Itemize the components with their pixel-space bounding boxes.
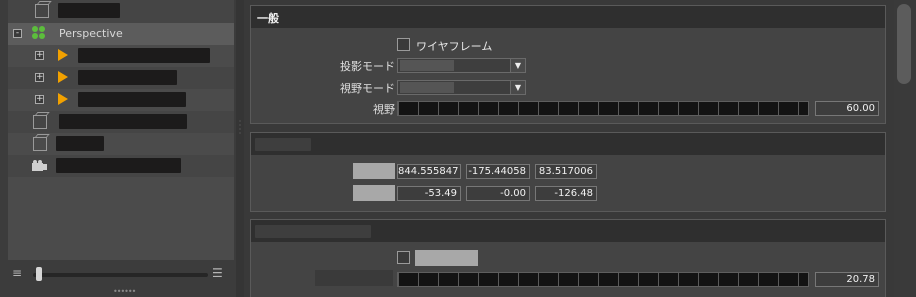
rotation-z-field[interactable]: -126.48 bbox=[535, 186, 597, 201]
third-section: 20.78 bbox=[250, 219, 886, 297]
projection-mode-label: 投影モード bbox=[340, 60, 395, 73]
group-icon bbox=[32, 26, 46, 40]
transform-section: 844.555847 -175.44058 83.517006 -53.49 -… bbox=[250, 132, 886, 212]
panel-splitter[interactable] bbox=[236, 0, 244, 297]
resize-grip-icon[interactable]: •••••• bbox=[113, 287, 136, 296]
section-title: 一般 bbox=[257, 12, 279, 25]
tree-row[interactable]: + bbox=[8, 45, 234, 67]
list-indent-icon[interactable]: ☰ bbox=[212, 266, 223, 280]
fov-label: 視野 bbox=[373, 103, 395, 116]
vertical-scrollbar[interactable] bbox=[894, 0, 916, 297]
general-section: 一般 ワイヤフレーム 投影モード ▼ 視野モード ▼ 視野 60.00 bbox=[250, 5, 886, 124]
tree-item-label: Perspective bbox=[59, 27, 123, 40]
value-field[interactable]: 20.78 bbox=[815, 272, 879, 287]
expand-icon[interactable]: + bbox=[35, 51, 44, 60]
tree-row[interactable] bbox=[8, 111, 234, 133]
tree-row[interactable]: + bbox=[8, 89, 234, 111]
fov-slider[interactable] bbox=[397, 101, 809, 116]
splitter-grip-icon[interactable]: · · · · bbox=[236, 118, 244, 138]
position-z-field[interactable]: 83.517006 bbox=[535, 164, 597, 179]
tree-item-label bbox=[56, 136, 104, 151]
mesh-icon bbox=[35, 4, 49, 18]
dropdown-value bbox=[400, 60, 454, 71]
tree-item-label bbox=[78, 70, 177, 85]
chevron-down-icon: ▼ bbox=[510, 81, 525, 94]
position-x-field[interactable]: 844.555847 bbox=[397, 164, 461, 179]
section-title bbox=[255, 225, 371, 238]
view-mode-dropdown[interactable]: ▼ bbox=[397, 80, 526, 95]
fov-value-field[interactable]: 60.00 bbox=[815, 101, 879, 116]
list-icon[interactable]: ≡ bbox=[12, 266, 22, 280]
tree-empty-area bbox=[8, 177, 234, 260]
tree-row[interactable] bbox=[8, 0, 234, 22]
tree-item-label bbox=[78, 48, 210, 63]
section-title bbox=[255, 138, 311, 151]
scene-tree: - Perspective + + + bbox=[8, 0, 234, 260]
light-icon bbox=[58, 71, 68, 83]
light-icon bbox=[58, 49, 68, 61]
mesh-icon bbox=[33, 137, 47, 151]
rotation-y-field[interactable]: -0.00 bbox=[466, 186, 530, 201]
projection-mode-dropdown[interactable]: ▼ bbox=[397, 58, 526, 73]
mesh-icon bbox=[33, 115, 47, 129]
position-y-field[interactable]: -175.44058 bbox=[466, 164, 530, 179]
light-icon bbox=[58, 93, 68, 105]
tree-row[interactable] bbox=[8, 155, 234, 177]
expand-icon[interactable]: + bbox=[35, 95, 44, 104]
option-label bbox=[415, 250, 478, 266]
option-checkbox[interactable] bbox=[397, 251, 410, 264]
third-section-header[interactable] bbox=[251, 220, 885, 242]
scrollbar-thumb[interactable] bbox=[897, 4, 911, 84]
tree-zoom-slider-area: ≡ ☰ •••••• bbox=[0, 262, 236, 297]
dropdown-value bbox=[400, 82, 454, 93]
collapse-icon[interactable]: - bbox=[13, 29, 22, 38]
transform-section-header[interactable] bbox=[251, 133, 885, 155]
tree-item-label bbox=[56, 158, 181, 173]
value-slider[interactable] bbox=[397, 272, 809, 287]
properties-panel: 一般 ワイヤフレーム 投影モード ▼ 視野モード ▼ 視野 60.00 844.… bbox=[244, 0, 894, 297]
tree-zoom-slider-track[interactable] bbox=[33, 273, 208, 277]
tree-item-label bbox=[78, 92, 186, 107]
tree-zoom-slider-thumb[interactable] bbox=[36, 267, 42, 281]
wireframe-checkbox[interactable] bbox=[397, 38, 410, 51]
rotation-label bbox=[353, 185, 395, 201]
slider-label bbox=[315, 270, 393, 286]
tree-item-label bbox=[59, 114, 187, 129]
general-section-header[interactable]: 一般 bbox=[251, 6, 885, 28]
tree-row[interactable]: + bbox=[8, 67, 234, 89]
scene-tree-panel: - Perspective + + + ≡ ☰ •••••• bbox=[0, 0, 236, 297]
expand-icon[interactable]: + bbox=[35, 73, 44, 82]
tree-item-label bbox=[58, 3, 120, 18]
wireframe-label: ワイヤフレーム bbox=[416, 40, 493, 53]
view-mode-label: 視野モード bbox=[340, 82, 395, 95]
camera-icon bbox=[32, 160, 48, 171]
rotation-x-field[interactable]: -53.49 bbox=[397, 186, 461, 201]
position-label bbox=[353, 163, 395, 179]
chevron-down-icon: ▼ bbox=[510, 59, 525, 72]
tree-row[interactable] bbox=[8, 133, 234, 155]
tree-row-perspective[interactable]: - Perspective bbox=[8, 23, 234, 45]
